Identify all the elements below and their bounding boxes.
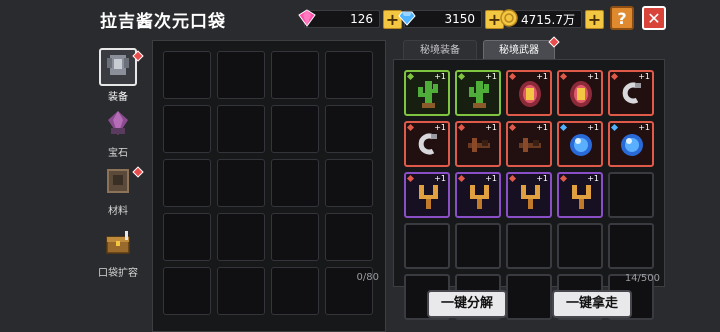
empty-slot[interactable] bbox=[163, 159, 211, 207]
take-all-button[interactable]: 一键拿走 bbox=[552, 290, 632, 318]
empty-slot[interactable] bbox=[271, 105, 319, 153]
item-level: +1 bbox=[485, 174, 497, 183]
weapon-slot[interactable]: +1 bbox=[506, 70, 552, 116]
page-title: 拉吉酱次元口袋 bbox=[100, 12, 226, 32]
close-button[interactable]: ✕ bbox=[642, 6, 666, 30]
item-level: +1 bbox=[587, 174, 599, 183]
empty-slot[interactable] bbox=[217, 51, 265, 99]
weapon-slot[interactable]: +1 bbox=[557, 70, 603, 116]
gem-icon bbox=[101, 108, 135, 142]
empty-slot[interactable] bbox=[506, 223, 552, 269]
empty-slot[interactable] bbox=[217, 267, 265, 315]
decompose-all-button[interactable]: 一键分解 bbox=[427, 290, 507, 318]
sidebar-item-equipment[interactable]: 装备 bbox=[92, 48, 144, 103]
weapon-slot[interactable]: +1 bbox=[557, 121, 603, 167]
sidebar-item-materials[interactable]: 材料 bbox=[92, 166, 144, 218]
empty-slot[interactable] bbox=[163, 267, 211, 315]
weapon-slot[interactable]: +1 bbox=[404, 121, 450, 167]
weapon-slot[interactable]: +1 bbox=[506, 121, 552, 167]
weapons-grid: +1 +1 +1 +1 +1 +1 +1 +1 +1 +1 +1 +1 +1 +1 bbox=[404, 70, 654, 320]
pocket-panel: 0/80 bbox=[152, 40, 386, 332]
empty-slot[interactable] bbox=[325, 213, 373, 261]
weapon-slot[interactable]: +1 bbox=[404, 172, 450, 218]
item-level: +1 bbox=[536, 174, 548, 183]
item-level: +1 bbox=[434, 72, 446, 81]
gold-coin-icon bbox=[500, 9, 518, 27]
item-level: +1 bbox=[485, 72, 497, 81]
weapon-slot[interactable]: +1 bbox=[557, 172, 603, 218]
item-level: +1 bbox=[434, 123, 446, 132]
empty-slot[interactable] bbox=[271, 213, 319, 261]
weapon-slot[interactable]: +1 bbox=[506, 172, 552, 218]
pocket-count: 0/80 bbox=[356, 272, 379, 283]
weapons-panel: +1 +1 +1 +1 +1 +1 +1 +1 +1 +1 +1 +1 +1 +1 14/500 bbox=[393, 59, 665, 320]
item-level: +1 bbox=[536, 72, 548, 81]
empty-slot[interactable] bbox=[404, 223, 450, 269]
item-level: +1 bbox=[638, 72, 650, 81]
empty-slot[interactable] bbox=[163, 51, 211, 99]
weapon-slot[interactable]: +1 bbox=[608, 70, 654, 116]
empty-slot[interactable] bbox=[608, 172, 654, 218]
sidebar-item-label: 口袋扩容 bbox=[98, 268, 138, 279]
sidebar-item-expand[interactable]: 口袋扩容 bbox=[92, 228, 144, 280]
pocket-grid bbox=[163, 51, 373, 315]
item-level: +1 bbox=[434, 174, 446, 183]
item-level: +1 bbox=[485, 123, 497, 132]
help-button[interactable]: ? bbox=[610, 6, 634, 30]
empty-slot[interactable] bbox=[217, 159, 265, 207]
empty-slot[interactable] bbox=[217, 213, 265, 261]
sidebar-item-label: 装备 bbox=[108, 92, 128, 103]
diamonds-resource: 3150 + bbox=[398, 8, 504, 30]
empty-slot[interactable] bbox=[163, 213, 211, 261]
item-level: +1 bbox=[587, 72, 599, 81]
empty-slot[interactable] bbox=[455, 223, 501, 269]
empty-slot[interactable] bbox=[506, 274, 552, 320]
item-level: +1 bbox=[638, 123, 650, 132]
empty-slot[interactable] bbox=[271, 51, 319, 99]
chest-icon bbox=[101, 228, 135, 262]
sidebar-item-label: 宝石 bbox=[108, 148, 128, 159]
gold-resource: 4715.7万 + bbox=[500, 8, 604, 30]
item-level: +1 bbox=[536, 123, 548, 132]
diamond-icon bbox=[398, 11, 416, 26]
weapon-slot[interactable]: +1 bbox=[455, 172, 501, 218]
armor-icon bbox=[99, 48, 137, 86]
empty-slot[interactable] bbox=[325, 51, 373, 99]
gems-resource: 126 + bbox=[298, 8, 402, 30]
empty-slot[interactable] bbox=[608, 223, 654, 269]
tab-secret-weapons[interactable]: 秘境武器 bbox=[483, 40, 555, 60]
weapons-count: 14/500 bbox=[624, 273, 660, 284]
material-icon bbox=[101, 166, 135, 200]
empty-slot[interactable] bbox=[163, 105, 211, 153]
pink-gem-icon bbox=[298, 9, 316, 27]
empty-slot[interactable] bbox=[217, 105, 265, 153]
empty-slot[interactable] bbox=[557, 223, 603, 269]
sidebar-item-gems[interactable]: 宝石 bbox=[92, 108, 144, 160]
weapon-slot[interactable]: +1 bbox=[404, 70, 450, 116]
sidebar-item-label: 材料 bbox=[108, 206, 128, 217]
weapon-slot[interactable]: +1 bbox=[608, 121, 654, 167]
weapon-slot[interactable]: +1 bbox=[455, 70, 501, 116]
item-level: +1 bbox=[587, 123, 599, 132]
tab-secret-equipment[interactable]: 秘境装备 bbox=[403, 40, 477, 60]
weapon-slot[interactable]: +1 bbox=[455, 121, 501, 167]
empty-slot[interactable] bbox=[271, 159, 319, 207]
add-gold-button[interactable]: + bbox=[585, 9, 604, 29]
empty-slot[interactable] bbox=[271, 267, 319, 315]
empty-slot[interactable] bbox=[325, 159, 373, 207]
empty-slot[interactable] bbox=[325, 105, 373, 153]
